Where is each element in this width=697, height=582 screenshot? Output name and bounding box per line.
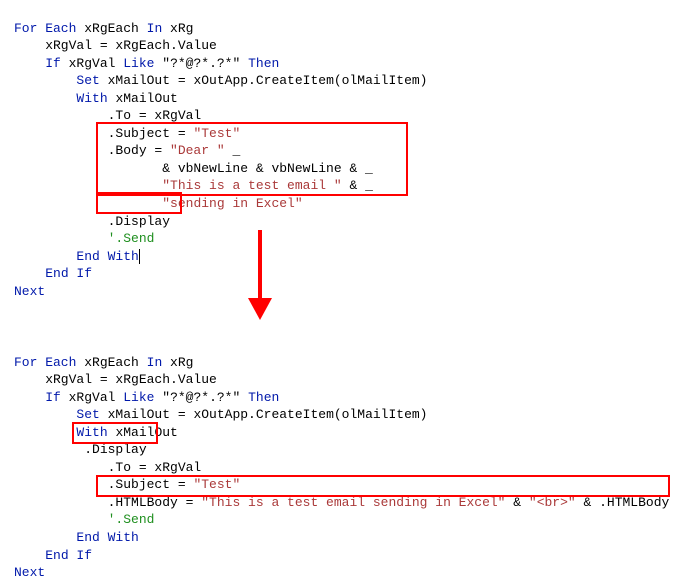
- highlight-body-block: [96, 122, 408, 196]
- code-block-bottom: For Each xRgEach In xRg xRgVal = xRgEach…: [14, 336, 669, 582]
- code-text: For Each: [14, 21, 76, 36]
- arrow-down-icon: [248, 230, 272, 320]
- highlight-display-top: [96, 192, 182, 214]
- highlight-display-bottom: [72, 422, 158, 444]
- highlight-htmlbody: [96, 475, 670, 497]
